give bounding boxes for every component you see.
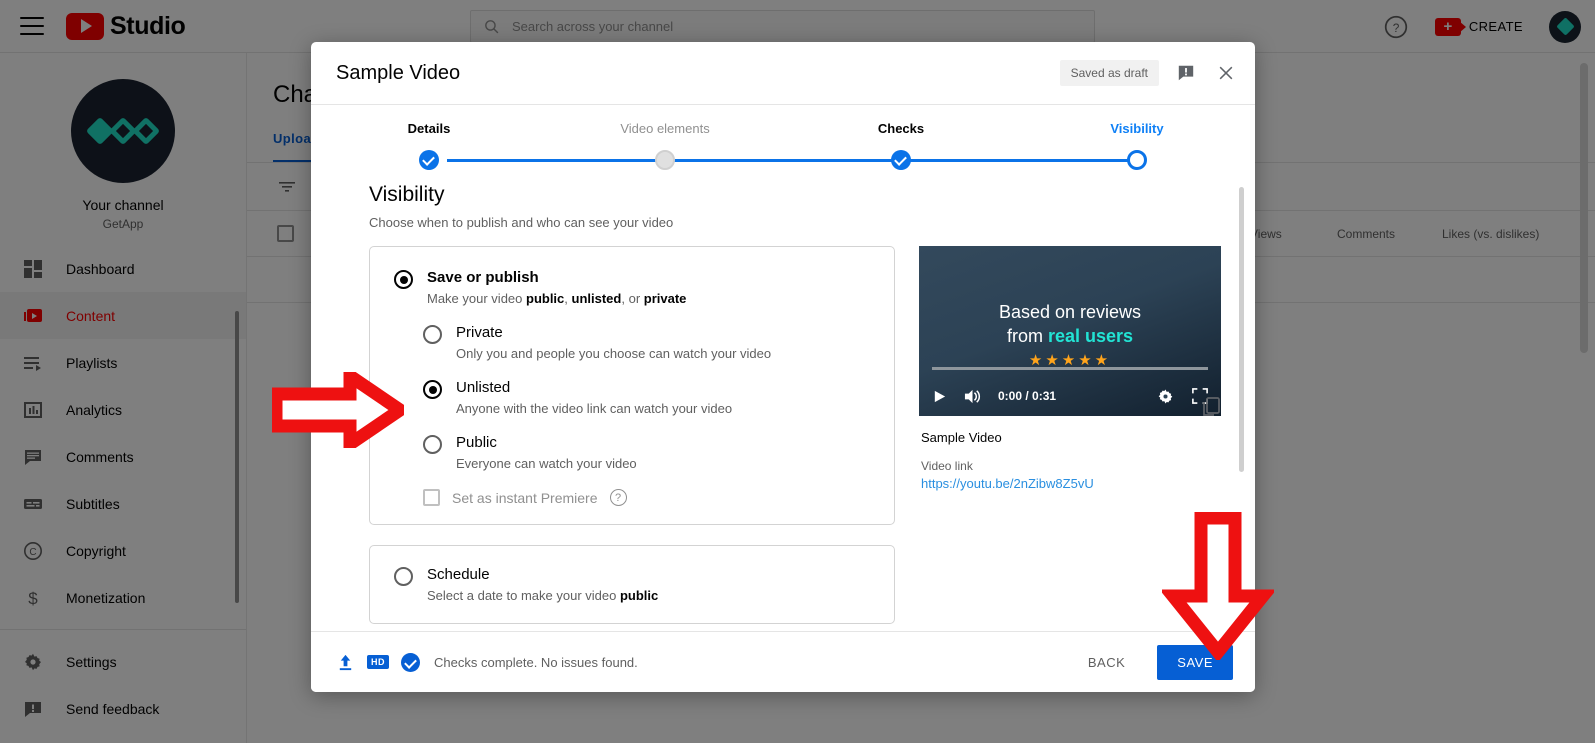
step-progress: Details Video elements Checks Visibility bbox=[311, 105, 1255, 173]
step-dot-checks[interactable] bbox=[891, 150, 911, 170]
video-thumbnail[interactable]: Based on reviews from real users ★★★★★ 0… bbox=[919, 246, 1221, 416]
step-dot-visibility[interactable] bbox=[1127, 150, 1147, 170]
save-or-publish-card: Save or publish Make your video public, … bbox=[369, 246, 895, 525]
volume-icon[interactable] bbox=[963, 388, 982, 405]
back-button[interactable]: BACK bbox=[1078, 647, 1135, 678]
dialog-scrollbar[interactable] bbox=[1239, 187, 1244, 472]
option-label: Unlisted bbox=[456, 379, 511, 396]
checks-status-text: Checks complete. No issues found. bbox=[434, 654, 638, 670]
step-label-checks[interactable]: Checks bbox=[783, 121, 1019, 136]
schedule-card[interactable]: Schedule Select a date to make your vide… bbox=[369, 545, 895, 624]
preview-video-link[interactable]: https://youtu.be/2nZibw8Z5vU bbox=[921, 476, 1221, 491]
video-time: 0:00 / 0:31 bbox=[998, 389, 1057, 403]
preview-link-label: Video link bbox=[921, 459, 973, 473]
desc-part: Select a date to make your video bbox=[427, 588, 620, 603]
desc-unlisted: unlisted bbox=[571, 291, 622, 306]
save-button[interactable]: SAVE bbox=[1157, 644, 1233, 680]
section-subtitle: Choose when to publish and who can see y… bbox=[369, 215, 674, 230]
step-label-video-elements[interactable]: Video elements bbox=[547, 121, 783, 136]
preview-meta: Sample Video Video link https://youtu.be… bbox=[919, 416, 1221, 491]
option-label: Save or publish bbox=[427, 269, 539, 286]
thumb-bold: real users bbox=[1047, 326, 1134, 346]
video-preview-panel: Based on reviews from real users ★★★★★ 0… bbox=[919, 246, 1221, 624]
video-progress-bar[interactable] bbox=[932, 367, 1208, 370]
option-unlisted[interactable]: Unlisted Anyone with the video link can … bbox=[423, 379, 870, 416]
desc-public: public bbox=[619, 588, 659, 603]
thumbnail-line-2: from real users bbox=[919, 326, 1221, 347]
radio-public[interactable] bbox=[423, 435, 442, 454]
option-label: Schedule bbox=[427, 566, 490, 583]
preview-video-title: Sample Video bbox=[921, 430, 1002, 445]
help-circle-icon[interactable]: ? bbox=[609, 489, 627, 506]
desc-part: Make your video bbox=[427, 291, 526, 306]
option-description: Anyone with the video link can watch you… bbox=[456, 401, 733, 416]
radio-unlisted[interactable] bbox=[423, 380, 442, 399]
copy-icon[interactable] bbox=[1199, 395, 1225, 421]
close-icon[interactable] bbox=[1213, 60, 1239, 86]
dialog-body: Visibility Choose when to publish and wh… bbox=[311, 173, 1255, 631]
radio-private[interactable] bbox=[423, 325, 442, 344]
gear-icon[interactable] bbox=[1157, 388, 1174, 405]
hd-badge: HD bbox=[367, 655, 389, 669]
play-icon[interactable] bbox=[932, 389, 947, 404]
radio-schedule[interactable] bbox=[394, 567, 413, 586]
radio-save-or-publish[interactable] bbox=[394, 270, 413, 289]
option-label: Public bbox=[456, 434, 497, 451]
step-dot-details[interactable] bbox=[419, 150, 439, 170]
option-description: Everyone can watch your video bbox=[456, 456, 637, 471]
option-label: Private bbox=[456, 324, 503, 341]
step-label-visibility[interactable]: Visibility bbox=[1019, 121, 1255, 136]
feedback-icon[interactable] bbox=[1173, 60, 1199, 86]
option-save-or-publish[interactable]: Save or publish Make your video public, … bbox=[394, 269, 870, 306]
thumbnail-line-1: Based on reviews bbox=[998, 302, 1142, 322]
option-description: Make your video public, unlisted, or pri… bbox=[427, 291, 686, 306]
option-private[interactable]: Private Only you and people you choose c… bbox=[423, 324, 870, 361]
option-schedule[interactable]: Schedule Select a date to make your vide… bbox=[394, 566, 870, 603]
status-badge: Saved as draft bbox=[1059, 60, 1159, 86]
dialog-title: Sample Video bbox=[336, 61, 461, 84]
desc-private: private bbox=[643, 291, 687, 306]
dialog-header: Sample Video Saved as draft bbox=[311, 42, 1255, 105]
check-status-icons: HD bbox=[336, 652, 420, 672]
desc-public: public bbox=[526, 291, 565, 306]
video-upload-dialog: Sample Video Saved as draft Details Vide… bbox=[311, 42, 1255, 692]
option-description: Select a date to make your video public bbox=[427, 588, 658, 603]
option-public[interactable]: Public Everyone can watch your video bbox=[423, 434, 870, 471]
step-dot-video-elements[interactable] bbox=[655, 150, 675, 170]
step-label-details[interactable]: Details bbox=[311, 121, 547, 136]
desc-part: , or bbox=[621, 291, 644, 306]
option-description: Only you and people you choose can watch… bbox=[456, 346, 772, 361]
upload-icon bbox=[339, 654, 352, 670]
desc-part: , bbox=[564, 291, 572, 306]
video-controls: 0:00 / 0:31 bbox=[919, 376, 1221, 416]
thumb-plain: from bbox=[1006, 326, 1048, 346]
instant-premiere-label: Set as instant Premiere bbox=[452, 489, 598, 506]
check-circle-icon bbox=[401, 652, 420, 672]
dialog-header-actions: Saved as draft bbox=[1059, 60, 1239, 86]
instant-premiere-row[interactable]: Set as instant Premiere ? bbox=[423, 489, 870, 506]
dialog-footer: HD Checks complete. No issues found. BAC… bbox=[311, 631, 1255, 692]
instant-premiere-checkbox[interactable] bbox=[423, 489, 440, 506]
section-title: Visibility bbox=[369, 183, 445, 206]
